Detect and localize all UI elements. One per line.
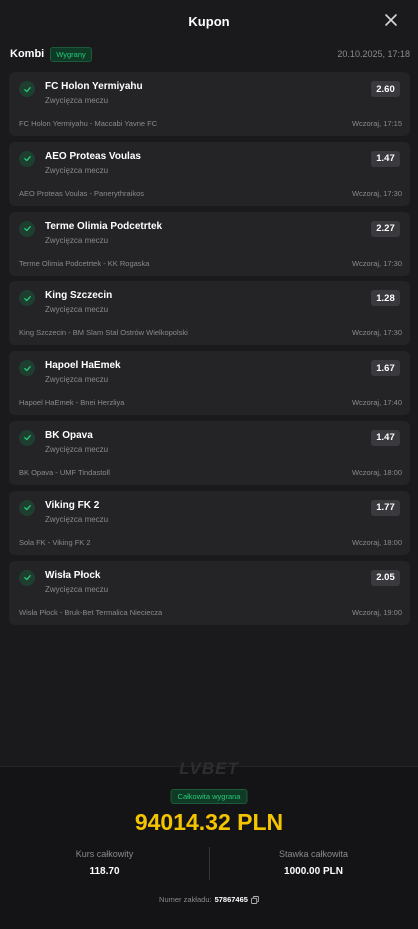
- bet-event: FC Holon Yermiyahu - Maccabi Yavne FC: [19, 119, 158, 128]
- bet-market: Zwycięzca meczu: [45, 514, 109, 524]
- bet-item[interactable]: Terme Olimia Podcetrtek Zwycięzca meczu …: [9, 211, 410, 276]
- bet-item[interactable]: Viking FK 2 Zwycięzca meczu 1.77 Sola FK…: [9, 490, 410, 555]
- bet-event: Hapoel HaEmek - Bnei Herzliya: [19, 398, 125, 408]
- bet-market: Zwycięzca meczu: [45, 375, 109, 385]
- stake-label: Stawka całkowita: [278, 849, 349, 859]
- bet-time: Wczoraj, 17:40: [351, 398, 402, 408]
- bet-odds: 2.27: [371, 220, 400, 237]
- bet-reference-number: 57867465: [214, 895, 248, 904]
- bet-time: Wczoraj, 17:30: [351, 188, 402, 198]
- bet-odds: 1.47: [371, 150, 400, 167]
- bet-market: Zwycięzca meczu: [45, 444, 109, 454]
- bet-time: Wczoraj, 19:00: [351, 607, 402, 617]
- bet-item[interactable]: BK Opava Zwycięzca meczu 1.47 BK Opava -…: [9, 420, 410, 485]
- coupon-info: Kombi Wygrany 20.10.2025, 17:18: [10, 44, 410, 64]
- bet-odds: 1.28: [371, 290, 400, 307]
- bet-pick: Terme Olimia Podcetrtek: [45, 220, 163, 232]
- bet-list: FC Holon Yermiyahu Zwycięzca meczu 2.60 …: [9, 72, 410, 630]
- check-icon: [19, 81, 35, 97]
- bet-time: Wczoraj, 18:00: [351, 537, 402, 547]
- coupon-type: Kombi: [10, 48, 45, 60]
- close-icon[interactable]: [382, 11, 400, 29]
- coupon-summary: LVBET Całkowita wygrana 94014.32 PLN Kur…: [0, 759, 418, 929]
- bet-time: Wczoraj, 18:00: [351, 467, 402, 477]
- bet-odds: 1.47: [371, 429, 400, 446]
- total-win-amount: 94014.32 PLN: [134, 809, 284, 835]
- bet-time: Wczoraj, 17:15: [351, 119, 402, 128]
- bet-reference: Numer zakładu: 57867465: [0, 895, 418, 904]
- bet-time: Wczoraj, 17:30: [351, 258, 402, 268]
- bet-pick: Hapoel HaEmek: [45, 360, 121, 372]
- bet-time: Wczoraj, 17:30: [351, 328, 402, 338]
- check-icon: [19, 150, 35, 167]
- bet-odds: 2.60: [371, 81, 400, 97]
- bet-odds: 2.05: [371, 569, 400, 586]
- page-title: Kupon: [188, 13, 230, 29]
- coupon-date: 20.10.2025, 17:18: [337, 49, 410, 59]
- total-odds-value: 118.70: [89, 866, 120, 877]
- check-icon: [19, 220, 35, 237]
- bet-odds: 1.67: [371, 360, 400, 377]
- bet-pick: AEO Proteas Voulas: [45, 150, 141, 162]
- check-icon: [19, 569, 35, 586]
- bet-event: King Szczecin - BM Slam Stal Ostrów Wiel…: [19, 328, 188, 338]
- coupon-header: Kupon: [0, 0, 418, 42]
- coupon-stats: Kurs całkowity 118.70 Stawka całkowita 1…: [0, 847, 418, 883]
- check-icon: [19, 360, 35, 377]
- bet-item[interactable]: Wisła Płock Zwycięzca meczu 2.05 Wisła P…: [9, 560, 410, 625]
- check-icon: [19, 290, 35, 307]
- bet-market: Zwycięzca meczu: [45, 165, 109, 175]
- bet-item[interactable]: King Szczecin Zwycięzca meczu 1.28 King …: [9, 281, 410, 346]
- status-badge: Wygrany: [50, 46, 92, 62]
- bet-market: Zwycięzca meczu: [45, 96, 109, 105]
- bet-pick: BK Opava: [45, 429, 93, 441]
- stake-value: 1000.00 PLN: [284, 866, 343, 877]
- bet-reference-label: Numer zakładu:: [159, 895, 212, 904]
- bet-pick: Viking FK 2: [45, 499, 100, 511]
- bet-market: Zwycięzca meczu: [45, 305, 109, 315]
- bet-item[interactable]: AEO Proteas Voulas Zwycięzca meczu 1.47 …: [9, 141, 410, 206]
- bet-event: Terme Olimia Podcetrtek - KK Rogaska: [19, 258, 150, 268]
- bet-market: Zwycięzca meczu: [45, 235, 109, 245]
- bet-odds: 1.77: [371, 499, 400, 516]
- check-icon: [19, 429, 35, 446]
- copy-icon[interactable]: [251, 895, 259, 904]
- bet-event: Wisła Płock - Bruk-Bet Termalica Nieciec…: [19, 607, 163, 617]
- bet-market: Zwycięzca meczu: [45, 584, 109, 594]
- bet-item[interactable]: FC Holon Yermiyahu Zwycięzca meczu 2.60 …: [9, 72, 410, 136]
- bet-event: AEO Proteas Voulas - Panerythraikos: [19, 188, 145, 198]
- bet-pick: FC Holon Yermiyahu: [45, 81, 143, 92]
- total-odds-label: Kurs całkowity: [75, 849, 134, 859]
- stake-stat: Stawka całkowita 1000.00 PLN: [209, 847, 418, 883]
- total-win-badge: Całkowita wygrana: [170, 789, 248, 804]
- bet-pick: Wisła Płock: [45, 569, 101, 581]
- bet-event: BK Opava - UMF Tindastoll: [19, 467, 110, 477]
- bet-pick: King Szczecin: [45, 290, 113, 302]
- brand-logo: LVBET: [179, 759, 239, 778]
- check-icon: [19, 499, 35, 516]
- total-odds-stat: Kurs całkowity 118.70: [0, 847, 209, 883]
- bet-event: Sola FK - Viking FK 2: [19, 537, 91, 547]
- stats-divider: [209, 847, 210, 880]
- bet-item[interactable]: Hapoel HaEmek Zwycięzca meczu 1.67 Hapoe…: [9, 351, 410, 416]
